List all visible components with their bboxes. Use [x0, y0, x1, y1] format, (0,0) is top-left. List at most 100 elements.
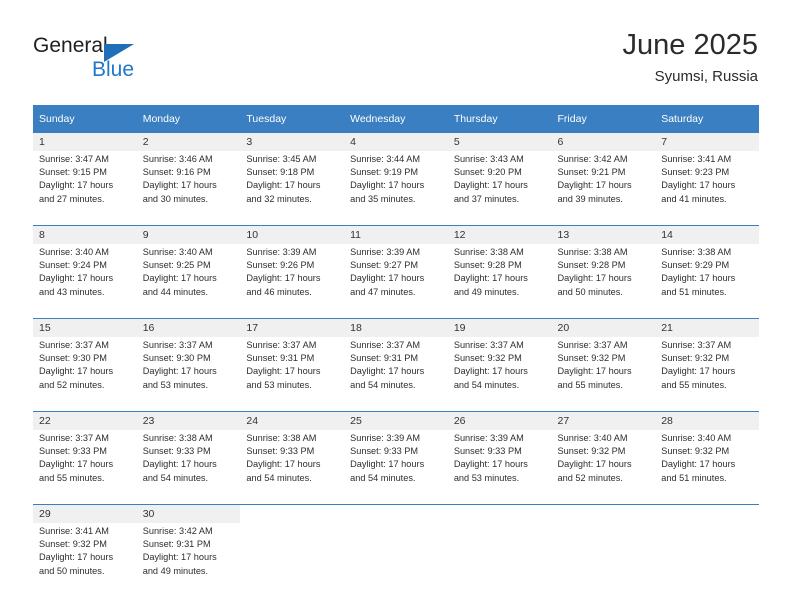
day-info-cell: Sunrise: 3:37 AM Sunset: 9:31 PM Daylight:… [344, 337, 448, 412]
day-number-cell[interactable]: 12 [447, 225, 552, 244]
day-number-cell[interactable]: 17 [240, 318, 345, 337]
day-daylight-text: Daylight: 17 hours [142, 366, 217, 377]
day-info-cell: Sunrise: 3:45 AM Sunset: 9:18 PM Daylight:… [240, 151, 345, 226]
day-number-cell[interactable]: 11 [344, 225, 448, 244]
day-sunrise-text: Sunrise: 3:39 AM [453, 433, 524, 443]
day-sunrise-text: Sunrise: 3:39 AM [350, 433, 421, 443]
day-number-cell[interactable]: 1 [33, 133, 137, 151]
day-info-cell: Sunrise: 3:38 AM Sunset: 9:28 PM Daylight:… [551, 244, 656, 319]
calendar-page: General Blue June 2025 Syumsi, Russia Su… [0, 0, 792, 612]
day-info-cell: Sunrise: 3:38 AM Sunset: 9:33 PM Daylight:… [240, 430, 345, 505]
day-info-cell: Sunrise: 3:38 AM Sunset: 9:28 PM Daylight:… [447, 244, 552, 319]
day-number-cell[interactable]: 29 [33, 504, 137, 523]
day-info-cell: Sunrise: 3:37 AM Sunset: 9:32 PM Daylight:… [551, 337, 656, 412]
calendar-table: Sunday Monday Tuesday Wednesday Thursday… [33, 105, 759, 597]
day-daylight-text: Daylight: 17 hours [350, 273, 425, 284]
week-daynum-row: 29 30 [33, 504, 759, 523]
day-sunrise-text: Sunrise: 3:39 AM [246, 247, 317, 257]
page-subtitle: Syumsi, Russia [654, 68, 758, 85]
day-daylight-text: Daylight: 17 hours [39, 366, 114, 377]
day-number-cell[interactable]: 23 [136, 411, 241, 430]
day-number-cell[interactable]: 13 [551, 225, 656, 244]
week-daynum-row: 22 23 24 25 26 27 28 [33, 411, 759, 430]
day-number-cell[interactable]: 7 [655, 133, 759, 151]
week-info-row: Sunrise: 3:37 AM Sunset: 9:33 PM Daylight:… [33, 430, 759, 505]
day-daylight-text: and 54 minutes. [142, 472, 209, 483]
day-daylight-text: and 53 minutes. [453, 472, 520, 483]
day-number-cell[interactable]: 6 [551, 133, 656, 151]
day-number-cell[interactable]: 15 [33, 318, 137, 337]
day-daylight-text: Daylight: 17 hours [557, 366, 632, 377]
day-number-cell[interactable]: 8 [33, 225, 137, 244]
day-sunrise-text: Sunrise: 3:37 AM [142, 340, 213, 350]
weekday-header-saturday: Saturday [655, 105, 759, 133]
day-number-cell[interactable]: 5 [447, 133, 552, 151]
day-info-cell: Sunrise: 3:41 AM Sunset: 9:32 PM Daylight:… [33, 523, 137, 597]
day-sunrise-text: Sunrise: 3:37 AM [453, 340, 524, 350]
day-number-cell[interactable]: 14 [655, 225, 759, 244]
day-number-cell[interactable]: 30 [136, 504, 241, 523]
day-daylight-text: and 52 minutes. [39, 379, 105, 390]
day-number-cell[interactable]: 16 [136, 318, 241, 337]
day-number-cell[interactable]: 3 [240, 133, 345, 151]
day-daylight-text: Daylight: 17 hours [142, 180, 217, 191]
day-sunset-text: Sunset: 9:32 PM [661, 353, 730, 364]
day-info-cell: Sunrise: 3:40 AM Sunset: 9:25 PM Daylight:… [136, 244, 241, 319]
day-info-cell: Sunrise: 3:44 AM Sunset: 9:19 PM Daylight:… [344, 151, 448, 226]
day-sunrise-text: Sunrise: 3:40 AM [142, 247, 213, 257]
day-sunset-text: Sunset: 9:26 PM [246, 260, 315, 271]
weekday-header-wednesday: Wednesday [344, 105, 448, 133]
day-info-cell: Sunrise: 3:39 AM Sunset: 9:33 PM Daylight:… [344, 430, 448, 505]
day-sunset-text: Sunset: 9:24 PM [39, 260, 107, 271]
day-number-cell[interactable]: 18 [344, 318, 448, 337]
day-daylight-text: and 37 minutes. [453, 193, 520, 204]
week-info-row: Sunrise: 3:47 AM Sunset: 9:15 PM Daylight:… [33, 151, 759, 226]
day-daylight-text: and 53 minutes. [142, 379, 209, 390]
weekday-header-thursday: Thursday [447, 105, 552, 133]
day-sunset-text: Sunset: 9:21 PM [557, 167, 626, 178]
day-sunset-text: Sunset: 9:23 PM [661, 167, 730, 178]
day-sunrise-text: Sunrise: 3:43 AM [453, 154, 524, 164]
day-number-cell[interactable]: 25 [344, 411, 448, 430]
day-info-cell: Sunrise: 3:37 AM Sunset: 9:33 PM Daylight:… [33, 430, 137, 505]
day-sunrise-text: Sunrise: 3:37 AM [661, 340, 732, 350]
day-daylight-text: Daylight: 17 hours [39, 180, 114, 191]
day-daylight-text: Daylight: 17 hours [661, 366, 736, 377]
day-info-cell: Sunrise: 3:37 AM Sunset: 9:31 PM Daylight:… [240, 337, 345, 412]
day-number-cell[interactable]: 24 [240, 411, 345, 430]
day-daylight-text: Daylight: 17 hours [350, 180, 425, 191]
day-number-cell[interactable]: 28 [655, 411, 759, 430]
day-sunrise-text: Sunrise: 3:47 AM [39, 154, 109, 164]
day-cell-empty [655, 504, 759, 523]
day-number-cell[interactable]: 20 [551, 318, 656, 337]
weekday-header-friday: Friday [551, 105, 656, 133]
day-info-cell: Sunrise: 3:37 AM Sunset: 9:30 PM Daylight:… [136, 337, 241, 412]
calendar-body: 1 2 3 4 5 6 7 Sunrise: 3:47 AM Sunset: 9:15 PM Da… [33, 133, 759, 597]
day-daylight-text: and 51 minutes. [661, 286, 727, 297]
day-number-cell[interactable]: 2 [136, 133, 241, 151]
day-info-cell: Sunrise: 3:42 AM Sunset: 9:21 PM Daylight:… [551, 151, 656, 226]
day-number-cell[interactable]: 21 [655, 318, 759, 337]
day-number-cell[interactable]: 26 [447, 411, 552, 430]
day-number-cell[interactable]: 4 [344, 133, 448, 151]
day-sunrise-text: Sunrise: 3:44 AM [350, 154, 421, 164]
day-number-cell[interactable]: 27 [551, 411, 656, 430]
day-sunrise-text: Sunrise: 3:38 AM [661, 247, 732, 257]
day-number-cell[interactable]: 22 [33, 411, 137, 430]
day-sunrise-text: Sunrise: 3:37 AM [246, 340, 317, 350]
day-number-cell[interactable]: 9 [136, 225, 241, 244]
brand-name-blue: Blue [92, 58, 135, 81]
day-daylight-text: Daylight: 17 hours [350, 459, 425, 470]
day-daylight-text: and 51 minutes. [661, 472, 727, 483]
day-number-cell[interactable]: 19 [447, 318, 552, 337]
day-daylight-text: Daylight: 17 hours [661, 459, 736, 470]
day-number-cell[interactable]: 10 [240, 225, 345, 244]
day-sunset-text: Sunset: 9:25 PM [142, 260, 211, 271]
day-sunset-text: Sunset: 9:19 PM [350, 167, 419, 178]
day-daylight-text: Daylight: 17 hours [453, 180, 528, 191]
day-daylight-text: and 50 minutes. [557, 286, 623, 297]
brand-logo[interactable]: General Blue [33, 34, 273, 90]
day-daylight-text: and 49 minutes. [142, 565, 209, 576]
day-daylight-text: and 54 minutes. [350, 379, 416, 390]
day-info-cell: Sunrise: 3:39 AM Sunset: 9:26 PM Daylight:… [240, 244, 345, 319]
